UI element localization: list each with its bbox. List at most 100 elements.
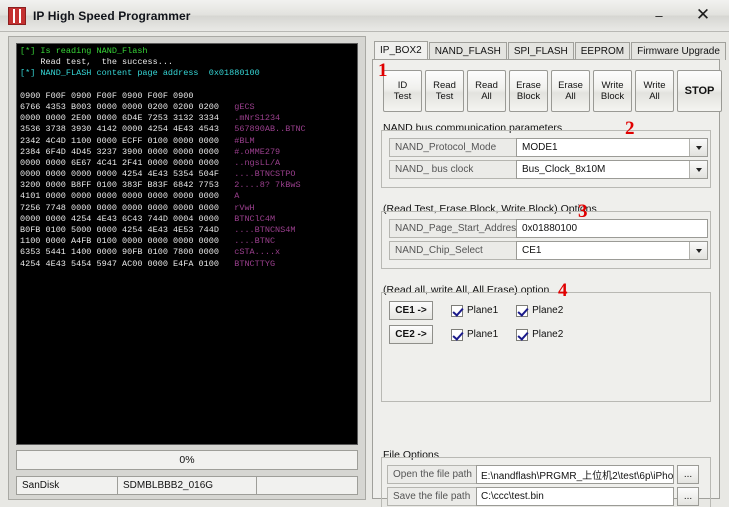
ce2-plane2-label: Plane2 — [532, 329, 564, 340]
page-start-label: NAND_Page_Start_Address — [389, 219, 521, 238]
ce1-row: CE1 -> Plane1 Plane2 — [389, 301, 563, 320]
ce2-plane2-checkbox[interactable]: Plane2 — [516, 328, 564, 341]
checkbox-icon[interactable] — [451, 304, 463, 317]
ce1-button[interactable]: CE1 -> — [389, 301, 433, 320]
console-line: [*] Is reading NAND_Flash — [20, 46, 148, 56]
button-label-line1: Erase — [516, 80, 541, 91]
console-line: Read test, the success... — [20, 57, 174, 68]
tab-nand-flash[interactable]: NAND_FLASH — [428, 42, 507, 60]
ce2-row: CE2 -> Plane1 Plane2 — [389, 325, 563, 344]
bus-clock-value: Bus_Clock_8x10M — [522, 164, 606, 175]
tab-ip-box2[interactable]: IP_BOX2 — [374, 41, 428, 60]
console-line: 0000 0000 4254 4E43 6C43 744D 0004 0000 … — [20, 213, 276, 224]
window-controls: – ✕ — [637, 1, 725, 29]
console-line: 2384 6F4D 4D45 3237 3900 0000 0000 0000 … — [20, 146, 281, 157]
chip-select-combo[interactable]: CE1 — [516, 241, 708, 260]
title-bar: IP High Speed Programmer – ✕ — [0, 0, 729, 32]
console-output[interactable]: [*] Is reading NAND_Flash Read test, the… — [16, 43, 358, 445]
save-path-browse-button[interactable]: ... — [677, 487, 699, 506]
settings-panel: IP_BOX2 NAND_FLASH SPI_FLASH EEPROM Firmware… — [372, 40, 726, 507]
button-erase-all[interactable]: Erase All — [551, 70, 590, 112]
tab-content-ip-box2: ID Test Read Test Read All Erase Block Erase All W… — [372, 59, 722, 507]
tab-eeprom[interactable]: EEPROM — [574, 42, 631, 60]
button-label-line1: Write — [643, 80, 666, 91]
close-button[interactable]: ✕ — [681, 2, 725, 28]
open-path-browse-button[interactable]: ... — [677, 465, 699, 484]
status-vendor: SanDisk — [16, 476, 118, 495]
chevron-down-icon[interactable] — [689, 161, 707, 178]
tab-strip: IP_BOX2 NAND_FLASH SPI_FLASH EEPROM Firmware… — [374, 40, 726, 60]
ce1-plane1-checkbox[interactable]: Plane1 — [451, 304, 498, 317]
chevron-down-icon[interactable] — [689, 139, 707, 156]
console-line: 4254 4E43 5454 5947 AC00 0000 E4FA 0100 … — [20, 258, 276, 269]
progress-bar: 0% — [16, 450, 358, 470]
button-label-line2: Test — [435, 91, 454, 102]
button-read-test[interactable]: Read Test — [425, 70, 464, 112]
ce2-plane1-label: Plane1 — [467, 329, 499, 340]
field-open-path[interactable]: Open the file path E:\nandflash\PRGMR_上位… — [387, 465, 699, 484]
button-stop[interactable]: STOP — [677, 70, 722, 112]
button-label-line2: All — [649, 91, 660, 102]
open-path-input[interactable]: E:\nandflash\PRGMR_上位机2\test\6p\iPhone6 — [476, 465, 674, 484]
save-path-input[interactable]: C:\ccc\test.bin — [476, 487, 674, 506]
button-write-all[interactable]: Write All — [635, 70, 674, 112]
checkbox-icon[interactable] — [516, 328, 529, 341]
button-label-line2: All — [565, 91, 576, 102]
chevron-down-icon[interactable] — [689, 242, 707, 259]
page-start-input[interactable]: 0x01880100 — [516, 219, 708, 238]
bus-clock-label: NAND_ bus clock — [389, 160, 517, 179]
console-line: B0FB 0100 5000 0000 4254 4E43 4E53 744D … — [20, 225, 296, 235]
button-label-line1: Erase — [558, 80, 583, 91]
status-bar: SanDisk SDMBLBBB2_016G — [16, 476, 358, 495]
console-line: 1100 0000 A4FB 0100 0000 0000 0000 0000 … — [20, 236, 276, 247]
tab-firmware-upgrade[interactable]: Firmware Upgrade — [631, 42, 726, 60]
window-title: IP High Speed Programmer — [33, 8, 191, 23]
button-label-line1: Read — [475, 80, 498, 91]
protocol-mode-label: NAND_Protocol_Mode — [389, 138, 517, 157]
checkbox-icon[interactable] — [516, 304, 529, 317]
save-path-label: Save the file path — [387, 487, 477, 506]
chip-select-value: CE1 — [522, 245, 542, 256]
status-extra — [256, 476, 358, 495]
button-write-block[interactable]: Write Block — [593, 70, 632, 112]
checkbox-icon[interactable] — [451, 328, 463, 341]
field-chip-select[interactable]: NAND_Chip_Select CE1 — [389, 241, 708, 260]
ce2-button[interactable]: CE2 -> — [389, 325, 433, 344]
tab-spi-flash[interactable]: SPI_FLASH — [507, 42, 574, 60]
button-label-line2: Block — [516, 91, 541, 102]
status-part: SDMBLBBB2_016G — [117, 476, 257, 495]
annotation-3: 3 — [578, 201, 588, 222]
button-label-line1: Write — [601, 80, 624, 91]
application-window: IP High Speed Programmer – ✕ [*] Is read… — [0, 0, 729, 507]
protocol-mode-combo[interactable]: MODE1 — [516, 138, 708, 157]
button-label-line1: ID — [397, 80, 408, 91]
minimize-button[interactable]: – — [637, 2, 681, 28]
ce2-plane1-checkbox[interactable]: Plane1 — [451, 328, 499, 341]
console-panel: [*] Is reading NAND_Flash Read test, the… — [8, 36, 366, 500]
field-protocol-mode[interactable]: NAND_Protocol_Mode MODE1 — [389, 138, 708, 157]
button-id-test[interactable]: ID Test — [383, 70, 422, 112]
bus-clock-combo[interactable]: Bus_Clock_8x10M — [516, 160, 708, 179]
action-toolbar: ID Test Read Test Read All Erase Block Erase All W… — [383, 70, 722, 112]
console-line: 2342 4C4D 1100 0000 ECFF 0100 0000 0000 … — [20, 135, 255, 146]
button-label-line2: Test — [393, 91, 412, 102]
console-line: 0000 0000 0000 0000 4254 4E43 5354 504F … — [20, 169, 296, 180]
button-read-all[interactable]: Read All — [467, 70, 506, 112]
field-save-path[interactable]: Save the file path C:\ccc\test.bin ... — [387, 487, 699, 506]
console-line: [*] NAND_FLASH content page address 0x01… — [20, 68, 260, 79]
button-erase-block[interactable]: Erase Block — [509, 70, 548, 112]
field-bus-clock[interactable]: NAND_ bus clock Bus_Clock_8x10M — [389, 160, 708, 179]
console-line: 3200 0000 B8FF 0100 383F B83F 6842 7753 … — [20, 180, 301, 191]
console-line: 6766 4353 B003 0000 0000 0200 0200 0200 … — [20, 101, 255, 112]
field-page-start-address[interactable]: NAND_Page_Start_Address 0x01880100 — [389, 219, 708, 238]
console-line: 6353 5441 1400 0000 90FB 0100 7800 0000 … — [20, 247, 281, 258]
button-label-line1: STOP — [684, 84, 715, 97]
console-line: 0900 F00F 0900 F00F 0900 F00F 0900 — [20, 90, 194, 101]
progress-value: 0% — [179, 454, 195, 466]
console-line: 4101 0000 0000 0000 0000 0000 0000 0000 … — [20, 191, 240, 202]
ce1-plane2-checkbox[interactable]: Plane2 — [516, 304, 563, 317]
button-label-line2: All — [481, 91, 492, 102]
chip-select-label: NAND_Chip_Select — [389, 241, 517, 260]
annotation-1: 1 — [378, 60, 388, 81]
